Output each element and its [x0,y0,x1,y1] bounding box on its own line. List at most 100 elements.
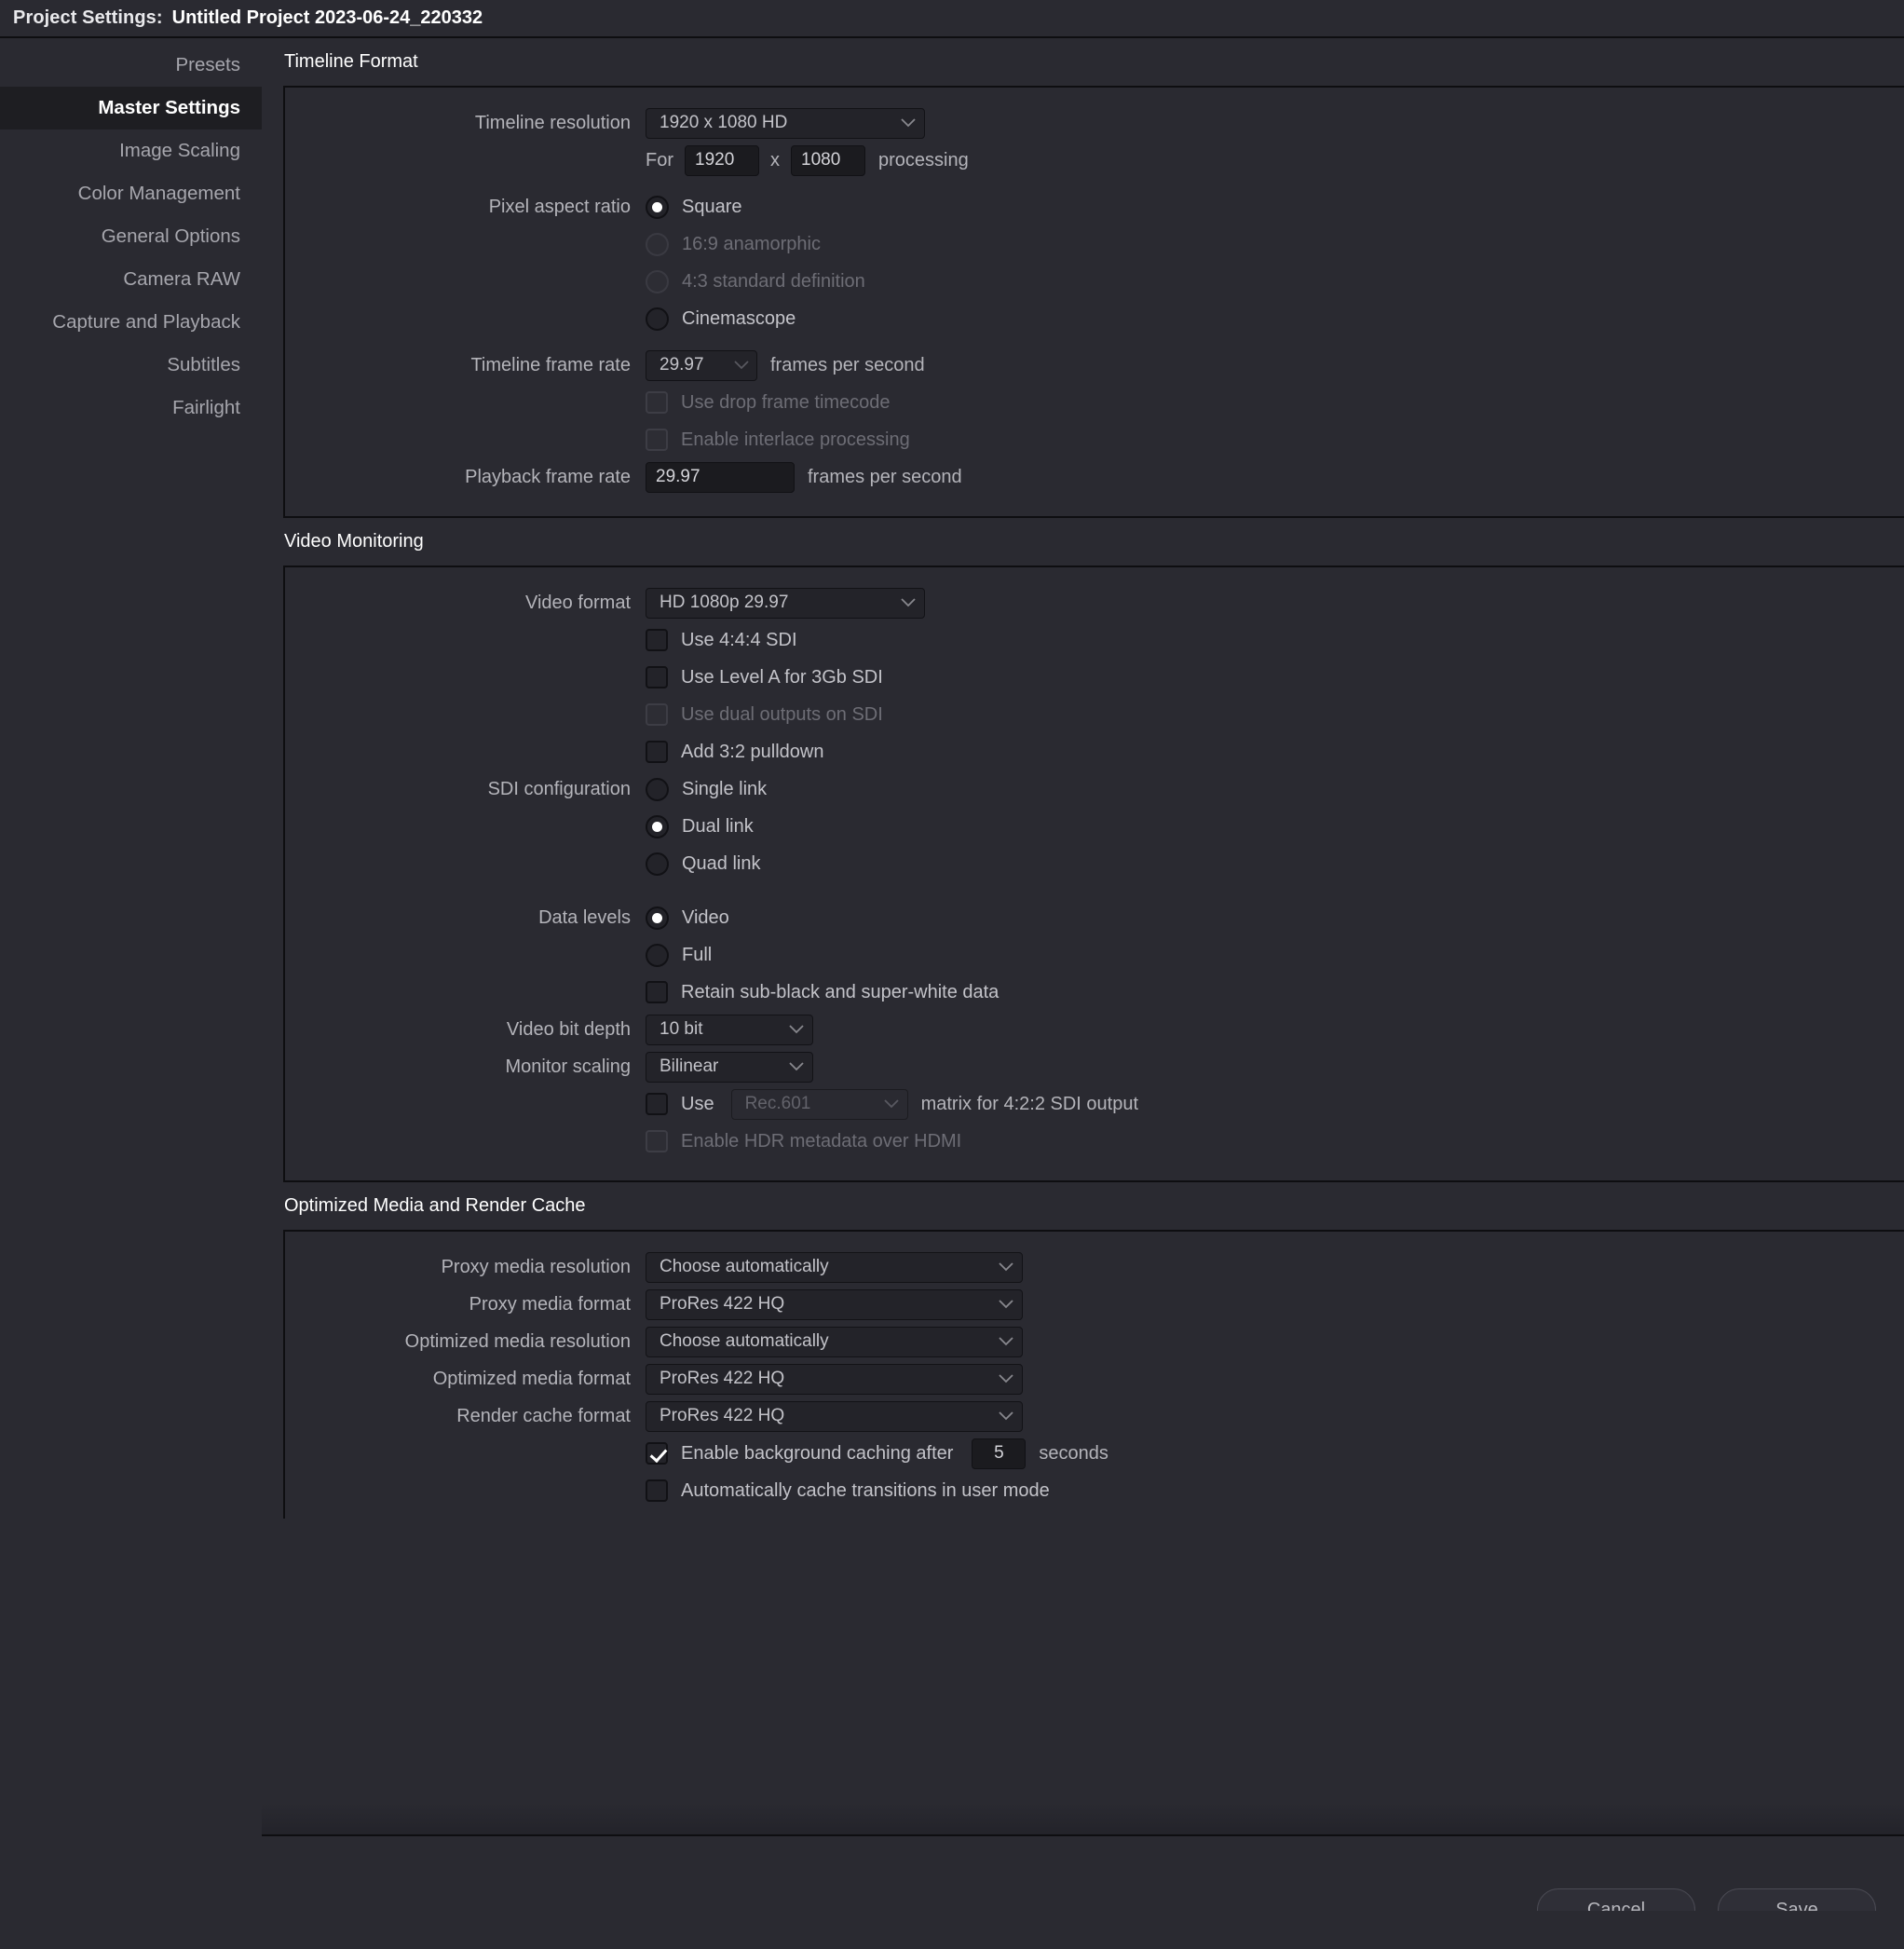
sidebar-item-master-settings[interactable]: Master Settings [0,87,262,129]
checkbox-row-add-32-pulldown[interactable]: Add 3:2 pulldown [646,734,823,770]
radio-row-data-levels-video[interactable]: Video [646,901,729,934]
sidebar-item-presets[interactable]: Presets [0,44,262,87]
chevron-down-icon [869,1099,899,1109]
row-video-bit-depth: Video bit depth 10 bit [285,1011,1904,1048]
section-title-video-monitoring: Video Monitoring [262,518,1904,566]
timeline-frame-rate-value: 29.97 [660,355,704,375]
checkbox-use-matrix[interactable] [646,1093,668,1115]
cancel-button[interactable]: Cancel [1537,1888,1695,1911]
row-add-32-pulldown: Add 3:2 pulldown [285,733,1904,770]
row-pixel-aspect-ratio: Pixel aspect ratio Square [285,188,1904,225]
panel-optimized-media: Proxy media resolution Choose automatica… [283,1230,1904,1519]
row-retain-sub-black: Retain sub-black and super-white data [285,974,1904,1011]
render-cache-format-dropdown[interactable]: ProRes 422 HQ [646,1400,1023,1432]
sidebar-item-fairlight[interactable]: Fairlight [0,387,262,429]
chevron-down-icon [984,1262,1013,1272]
checkbox-row-use-level-a[interactable]: Use Level A for 3Gb SDI [646,660,883,695]
video-bit-depth-dropdown[interactable]: 10 bit [646,1014,813,1045]
label-playback-frames-per-second: frames per second [808,466,962,487]
radio-data-levels-full[interactable] [646,943,669,967]
radio-label-data-levels-video: Video [682,906,729,928]
radio-square[interactable] [646,195,669,219]
radio-row-single-link[interactable]: Single link [646,772,767,806]
timeline-resolution-value: 1920 x 1080 HD [660,113,788,132]
checkbox-row-enable-hdr-metadata: Enable HDR metadata over HDMI [646,1124,961,1159]
checkbox-row-retain-sub-black[interactable]: Retain sub-black and super-white data [646,974,999,1010]
row-sdi-dual-link: Dual link [285,808,1904,845]
row-enable-interlace: Enable interlace processing [285,421,1904,458]
timeline-resolution-dropdown[interactable]: 1920 x 1080 HD [646,107,925,139]
radio-row-quad-link[interactable]: Quad link [646,847,761,880]
row-data-levels-full: Full [285,936,1904,974]
checkbox-row-enable-background-caching[interactable]: Enable background caching after [646,1436,953,1471]
label-use-444-sdi: Use 4:4:4 SDI [681,629,797,650]
label-monitor-scaling: Monitor scaling [505,1056,631,1077]
save-button[interactable]: Save [1718,1888,1876,1911]
radio-data-levels-video[interactable] [646,906,669,930]
radio-label-single-link: Single link [682,778,768,799]
row-optimized-media-format: Optimized media format ProRes 422 HQ [285,1360,1904,1397]
row-video-format: Video format HD 1080p 29.97 [285,584,1904,621]
radio-quad-link[interactable] [646,852,669,876]
chevron-down-icon [886,598,916,607]
label-x-separator: x [770,149,780,170]
checkbox-use-drop-frame-timecode [646,391,668,414]
proxy-media-resolution-dropdown[interactable]: Choose automatically [646,1251,1023,1283]
sidebar-item-camera-raw[interactable]: Camera RAW [0,258,262,301]
label-matrix-suffix: matrix for 4:2:2 SDI output [920,1093,1139,1114]
timeline-height-input[interactable] [791,144,865,176]
radio-single-link[interactable] [646,777,669,801]
optimized-media-format-dropdown[interactable]: ProRes 422 HQ [646,1363,1023,1395]
settings-sidebar: Presets Master Settings Image Scaling Co… [0,38,262,1911]
panel-video-monitoring: Video format HD 1080p 29.97 Use 4:4:4 SD… [283,566,1904,1182]
radio-row-cinemascope[interactable]: Cinemascope [646,302,796,335]
checkbox-use-444-sdi[interactable] [646,629,668,651]
label-enable-background-caching: Enable background caching after [681,1442,954,1464]
monitor-scaling-dropdown[interactable]: Bilinear [646,1051,813,1083]
proxy-media-format-dropdown[interactable]: ProRes 422 HQ [646,1288,1023,1320]
sidebar-item-subtitles[interactable]: Subtitles [0,344,262,387]
radio-cinemascope[interactable] [646,307,669,331]
radio-row-dual-link[interactable]: Dual link [646,810,754,843]
window-titlebar: Project Settings: Untitled Project 2023-… [0,0,1904,38]
checkbox-retain-sub-black-super-white[interactable] [646,981,668,1003]
sidebar-item-general-options[interactable]: General Options [0,215,262,258]
radio-label-square: Square [682,196,742,217]
sidebar-item-capture-and-playback[interactable]: Capture and Playback [0,301,262,344]
label-sdi-configuration: SDI configuration [487,778,631,799]
sidebar-item-color-management[interactable]: Color Management [0,172,262,215]
radio-dual-link[interactable] [646,814,669,838]
chevron-down-icon [984,1300,1013,1309]
row-timeline-frame-rate: Timeline frame rate 29.97 frames per sec… [285,347,1904,384]
checkbox-use-level-a-for-3gb-sdi[interactable] [646,666,668,688]
checkbox-use-dual-outputs-on-sdi [646,703,668,726]
label-data-levels: Data levels [538,906,631,928]
chevron-down-icon [984,1374,1013,1383]
row-processing-dimensions: For x processing [285,142,1904,179]
radio-row-data-levels-full[interactable]: Full [646,938,712,972]
playback-frame-rate-input[interactable] [646,461,795,493]
timeline-width-input[interactable] [685,144,759,176]
optimized-media-resolution-dropdown[interactable]: Choose automatically [646,1326,1023,1357]
label-optimized-media-resolution: Optimized media resolution [404,1330,631,1352]
chevron-down-icon [984,1337,1013,1346]
checkbox-row-use-matrix[interactable]: Use [646,1086,714,1122]
sidebar-item-label: Image Scaling [119,140,240,161]
video-format-dropdown[interactable]: HD 1080p 29.97 [646,587,925,619]
sidebar-item-image-scaling[interactable]: Image Scaling [0,129,262,172]
proxy-media-format-value: ProRes 422 HQ [660,1294,785,1314]
radio-row-square[interactable]: Square [646,190,742,224]
checkbox-row-use-444-sdi[interactable]: Use 4:4:4 SDI [646,622,797,658]
label-render-cache-format: Render cache format [456,1405,631,1426]
proxy-media-resolution-value: Choose automatically [660,1257,829,1276]
label-playback-frame-rate: Playback frame rate [465,466,631,487]
checkbox-row-drop-frame-timecode: Use drop frame timecode [646,385,891,420]
section-title-optimized-media: Optimized Media and Render Cache [262,1182,1904,1230]
checkbox-add-3-2-pulldown[interactable] [646,741,668,763]
checkbox-automatically-cache-transitions[interactable] [646,1479,668,1502]
checkbox-enable-background-caching[interactable] [646,1442,668,1465]
checkbox-row-auto-cache-transitions[interactable]: Automatically cache transitions in user … [646,1473,1050,1508]
checkbox-row-enable-interlace: Enable interlace processing [646,422,910,457]
radio-label-data-levels-full: Full [682,944,713,965]
background-caching-seconds-input[interactable] [972,1438,1027,1469]
